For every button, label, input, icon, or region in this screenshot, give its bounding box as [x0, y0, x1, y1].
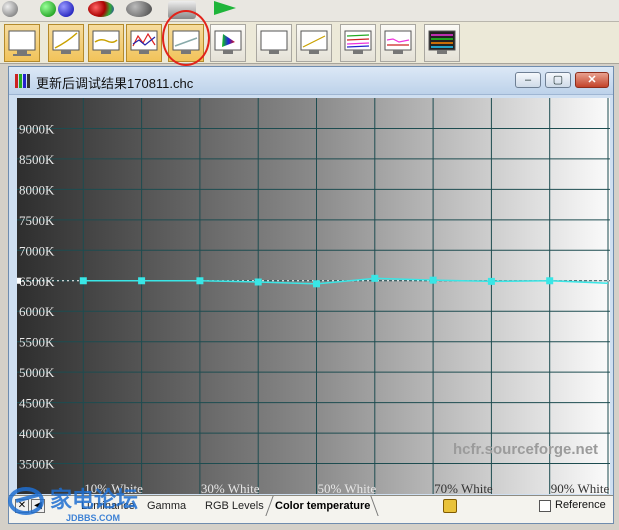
blue-ball-icon[interactable]: [58, 1, 74, 17]
highlight-circle: [162, 10, 210, 66]
y-tick-label: 5500K: [19, 335, 55, 350]
data-point: [371, 274, 379, 282]
tab-divider: [370, 496, 379, 516]
y-tick-label: 9000K: [19, 121, 55, 136]
near-black-view-button[interactable]: [296, 24, 332, 62]
reference-label: Reference: [555, 499, 606, 511]
watermark-text: 家电论坛: [50, 487, 138, 513]
x-tick-label: 50% White: [318, 481, 377, 494]
y-tick-label: 4500K: [19, 396, 55, 411]
lock-icon[interactable]: [443, 499, 457, 513]
reference-checkbox[interactable]: [539, 500, 551, 512]
monitor-icon: [8, 30, 36, 56]
line-graph-icon: [300, 30, 328, 54]
app-icon: [15, 74, 30, 88]
data-point: [254, 278, 262, 286]
data-point: [138, 277, 146, 285]
watermark-subtext: JDBBS.COM: [66, 513, 120, 523]
close-button[interactable]: ✕: [575, 72, 609, 88]
forum-watermark-logo: 家电论坛 JDBBS.COM: [6, 479, 188, 525]
y-tick-label: 8500K: [19, 152, 55, 167]
gray-ball-icon[interactable]: [2, 1, 18, 17]
x-tick-label: 70% White: [434, 481, 493, 494]
x-tick-label: 30% White: [201, 481, 260, 494]
rgb-graph-icon: [130, 30, 158, 54]
data-point: [313, 280, 320, 288]
y-tick-label: 6000K: [19, 304, 55, 319]
y-tick-label: 7500K: [19, 213, 55, 228]
y-tick-label: 4000K: [19, 426, 55, 441]
color-temperature-chart[interactable]: 3500K 4000K 4500K 5000K 5500K 6000K 6500K 7000K…: [17, 98, 610, 494]
saturation-view-button[interactable]: [340, 24, 376, 62]
cie-diagram-icon: [214, 30, 242, 54]
x-tick-label: 90% White: [551, 481, 610, 494]
color-comparison-view-button[interactable]: [424, 24, 460, 62]
tab-rgb-levels[interactable]: RGB Levels: [205, 500, 264, 512]
top-icon-strip: [0, 0, 619, 22]
data-point: [487, 277, 495, 285]
window-title: 更新后调试结果170811.chc: [36, 76, 194, 91]
saturation-shift-icon: [384, 30, 412, 54]
gamma-view-button[interactable]: [48, 24, 84, 62]
y-tick-label: 5000K: [19, 365, 55, 380]
chart-svg: 3500K4000K4500K5000K5500K6000K6500K7000K…: [17, 98, 610, 494]
data-point: [196, 277, 204, 285]
window-titlebar[interactable]: 更新后调试结果170811.chc – ▢ ✕: [9, 67, 613, 95]
rgb-graph-view-button[interactable]: [126, 24, 162, 62]
blank-monitor-icon: [260, 30, 288, 54]
minimize-button[interactable]: –: [515, 72, 541, 88]
data-point: [79, 277, 87, 285]
saturation-shift-view-button[interactable]: [380, 24, 416, 62]
levels-curve-icon: [92, 30, 120, 54]
cie-diagram-view-button[interactable]: [210, 24, 246, 62]
document-window: 更新后调试结果170811.chc – ▢ ✕ 3500K 4000K 4500K 5…: [8, 66, 614, 524]
reference-marker: [17, 277, 21, 284]
rgb-levels-view-button[interactable]: [88, 24, 124, 62]
rgb-balls-icon[interactable]: [88, 1, 114, 17]
gamma-curve-icon: [52, 30, 80, 54]
saturation-lines-icon: [344, 30, 372, 54]
maximize-button[interactable]: ▢: [545, 72, 571, 88]
view-toolbar: [0, 22, 619, 64]
contrast-view-button[interactable]: [256, 24, 292, 62]
play-arrow-icon[interactable]: [214, 1, 236, 15]
tab-color-temperature[interactable]: Color temperature: [275, 500, 370, 512]
source-annotation: hcfr.sourceforge.net: [453, 441, 598, 458]
tab-divider: [265, 496, 274, 516]
gray-ramp-background: [17, 98, 610, 494]
y-tick-label: 7000K: [19, 243, 55, 258]
y-tick-label: 8000K: [19, 182, 55, 197]
color-balls-icon[interactable]: [126, 1, 152, 17]
green-ball-icon[interactable]: [40, 1, 56, 17]
luminance-view-button[interactable]: [4, 24, 40, 62]
color-bars-icon: [428, 30, 456, 54]
data-point: [546, 277, 554, 285]
data-point: [429, 276, 437, 284]
y-tick-label: 3500K: [19, 457, 55, 472]
